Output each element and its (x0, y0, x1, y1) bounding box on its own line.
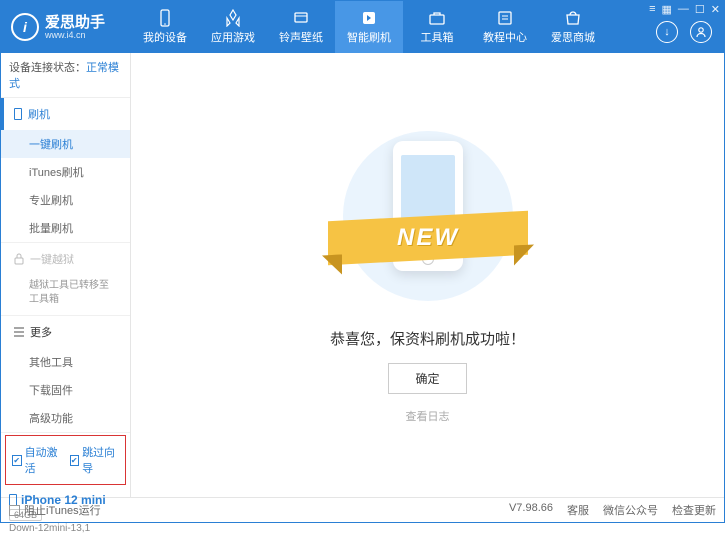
sidebar-item-flash-2[interactable]: 专业刷机 (1, 186, 130, 214)
nav-tab-phone[interactable]: 我的设备 (131, 1, 199, 53)
main-content: NEW 恭喜您，保资料刷机成功啦！ 确定 查看日志 (131, 53, 724, 497)
nav-tab-toolbox[interactable]: 工具箱 (403, 1, 471, 53)
nav-label: 教程中心 (483, 29, 527, 45)
nav-label: 铃声壁纸 (279, 29, 323, 45)
conn-label: 设备连接状态： (9, 62, 86, 74)
close-button[interactable]: ✕ (711, 3, 720, 16)
auto-activate-checkbox[interactable]: ✔ 自动激活 (12, 444, 62, 476)
app-name: 爱思助手 (45, 15, 105, 30)
skin-icon[interactable]: ▦ (662, 3, 672, 16)
ribbon-text: NEW (397, 224, 459, 252)
app-header: i 爱思助手 www.i4.cn 我的设备 应用游戏 铃声壁纸 智能刷机 工具箱 教程中心… (1, 1, 724, 53)
tutorial-icon (496, 9, 514, 27)
phone-icon (156, 9, 174, 27)
sidebar: 设备连接状态：正常模式 刷机 一键刷机iTunes刷机专业刷机批量刷机 一键越狱… (1, 53, 131, 497)
toolbox-icon (428, 9, 446, 27)
app-url: www.i4.cn (45, 30, 105, 40)
minimize-button[interactable]: — (678, 3, 689, 16)
flash-title: 刷机 (28, 106, 50, 122)
auto-activate-label: 自动激活 (25, 444, 62, 476)
jailbreak-title: 一键越狱 (30, 251, 74, 267)
ok-button[interactable]: 确定 (388, 363, 466, 394)
sidebar-category-jailbreak[interactable]: 一键越狱 (1, 243, 130, 275)
nav-label: 应用游戏 (211, 29, 255, 45)
flash-icon (360, 9, 378, 27)
options-checkboxes: ✔ 自动激活 ✔ 跳过向导 (5, 435, 126, 485)
nav-label: 工具箱 (421, 29, 454, 45)
ringtone-icon (292, 9, 310, 27)
success-message: 恭喜您，保资料刷机成功啦！ (330, 328, 525, 349)
skip-wizard-checkbox[interactable]: ✔ 跳过向导 (70, 444, 120, 476)
menu-icon (14, 327, 24, 337)
checkbox-checked-icon: ✔ (70, 455, 80, 466)
sidebar-category-more[interactable]: 更多 (1, 316, 130, 348)
nav-tab-apps[interactable]: 应用游戏 (199, 1, 267, 53)
window-controls: ≡ ▦ — ☐ ✕ (649, 3, 720, 16)
sidebar-item-flash-3[interactable]: 批量刷机 (1, 214, 130, 242)
nav-tab-store[interactable]: 爱思商城 (539, 1, 607, 53)
nav-label: 智能刷机 (347, 29, 391, 45)
phone-icon (14, 108, 22, 120)
more-title: 更多 (30, 324, 52, 340)
logo-icon: i (11, 13, 39, 41)
connection-status: 设备连接状态：正常模式 (1, 53, 130, 98)
store-icon (564, 9, 582, 27)
sidebar-item-more-1[interactable]: 下载固件 (1, 376, 130, 404)
sidebar-item-flash-1[interactable]: iTunes刷机 (1, 158, 130, 186)
wechat-link[interactable]: 微信公众号 (603, 502, 658, 518)
block-itunes-checkbox[interactable] (9, 505, 20, 516)
skip-wizard-label: 跳过向导 (82, 444, 119, 476)
download-button[interactable]: ↓ (656, 21, 678, 43)
nav-label: 我的设备 (143, 29, 187, 45)
nav-tab-ringtone[interactable]: 铃声壁纸 (267, 1, 335, 53)
support-link[interactable]: 客服 (567, 502, 589, 518)
success-illustration: NEW (338, 126, 518, 306)
nav-tabs: 我的设备 应用游戏 铃声壁纸 智能刷机 工具箱 教程中心 爱思商城 (131, 1, 607, 53)
user-icon (695, 26, 707, 38)
view-log-link[interactable]: 查看日志 (406, 408, 450, 424)
lock-icon (14, 253, 24, 265)
sidebar-item-flash-0[interactable]: 一键刷机 (1, 130, 130, 158)
nav-tab-tutorial[interactable]: 教程中心 (471, 1, 539, 53)
logo-area: i 爱思助手 www.i4.cn (1, 13, 131, 41)
block-itunes-label: 阻止iTunes运行 (24, 502, 101, 518)
settings-menu-icon[interactable]: ≡ (649, 3, 655, 16)
apps-icon (224, 9, 242, 27)
version-label: V7.98.66 (509, 502, 553, 518)
jailbreak-note: 越狱工具已转移至 工具箱 (1, 275, 130, 315)
sidebar-item-more-2[interactable]: 高级功能 (1, 404, 130, 432)
sidebar-category-flash[interactable]: 刷机 (1, 98, 130, 130)
checkbox-checked-icon: ✔ (12, 455, 22, 466)
nav-label: 爱思商城 (551, 29, 595, 45)
maximize-button[interactable]: ☐ (695, 3, 705, 16)
user-button[interactable] (690, 21, 712, 43)
device-firmware: Down-12mini-13,1 (9, 523, 122, 534)
nav-tab-flash[interactable]: 智能刷机 (335, 1, 403, 53)
sidebar-item-more-0[interactable]: 其他工具 (1, 348, 130, 376)
check-update-link[interactable]: 检查更新 (672, 502, 716, 518)
